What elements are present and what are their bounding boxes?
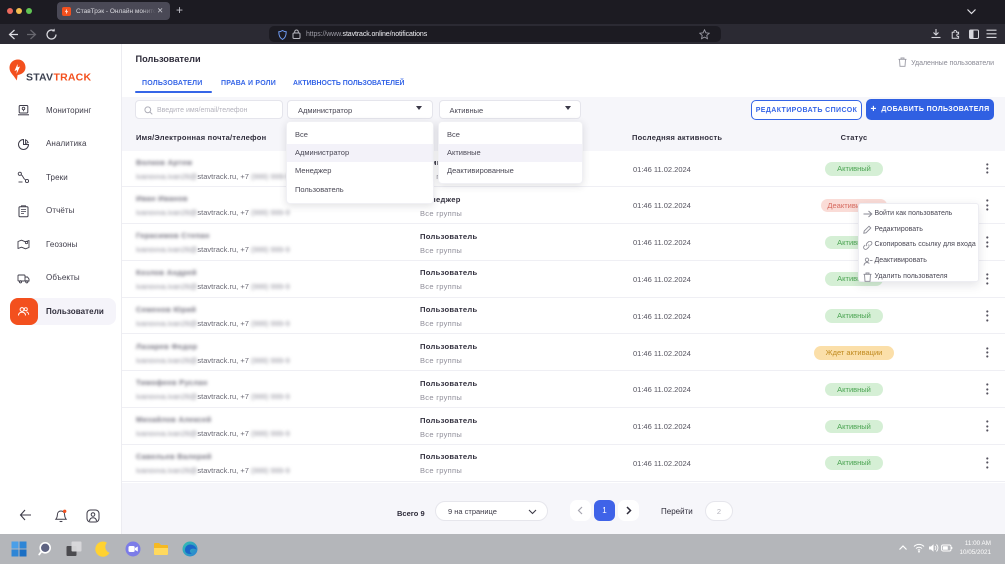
svg-text:TRACK: TRACK: [54, 72, 92, 83]
svg-text:STAV: STAV: [26, 72, 53, 83]
